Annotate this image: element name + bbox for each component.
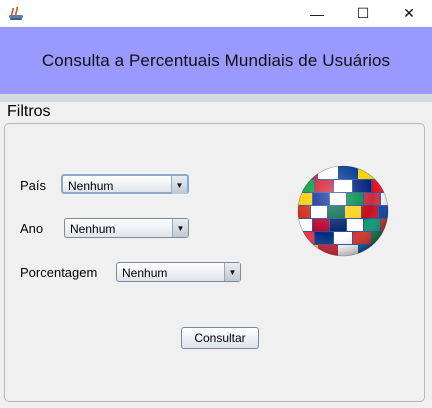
pais-combobox-value: Nenhum: [68, 179, 114, 193]
porcentagem-combobox-value: Nenhum: [122, 266, 168, 280]
close-button[interactable]: ✕: [386, 0, 432, 27]
chevron-down-icon[interactable]: ▼: [224, 263, 240, 281]
chevron-down-icon[interactable]: ▼: [171, 176, 187, 194]
ano-combobox[interactable]: Nenhum ▼: [64, 218, 189, 238]
porcentagem-combobox[interactable]: Nenhum ▼: [116, 262, 241, 282]
world-flags-globe-icon: [297, 165, 389, 257]
window-titlebar: — ☐ ✕: [0, 0, 432, 27]
minimize-button[interactable]: —: [294, 0, 340, 27]
pais-label: País: [20, 178, 47, 193]
java-app-icon: [9, 6, 23, 20]
ano-label: Ano: [20, 221, 44, 236]
maximize-button[interactable]: ☐: [340, 0, 386, 27]
ano-combobox-value: Nenhum: [70, 222, 116, 236]
page-title: Consulta a Percentuais Mundiais de Usuár…: [41, 50, 391, 70]
header-separator: [0, 94, 432, 102]
chevron-down-icon[interactable]: ▼: [172, 219, 188, 237]
porcentagem-label: Porcentagem: [20, 265, 98, 280]
consultar-button[interactable]: Consultar: [181, 327, 259, 349]
pais-combobox[interactable]: Nenhum ▼: [61, 174, 189, 194]
filters-section-title: Filtros: [7, 103, 51, 120]
header-banner: Consulta a Percentuais Mundiais de Usuár…: [0, 27, 432, 94]
